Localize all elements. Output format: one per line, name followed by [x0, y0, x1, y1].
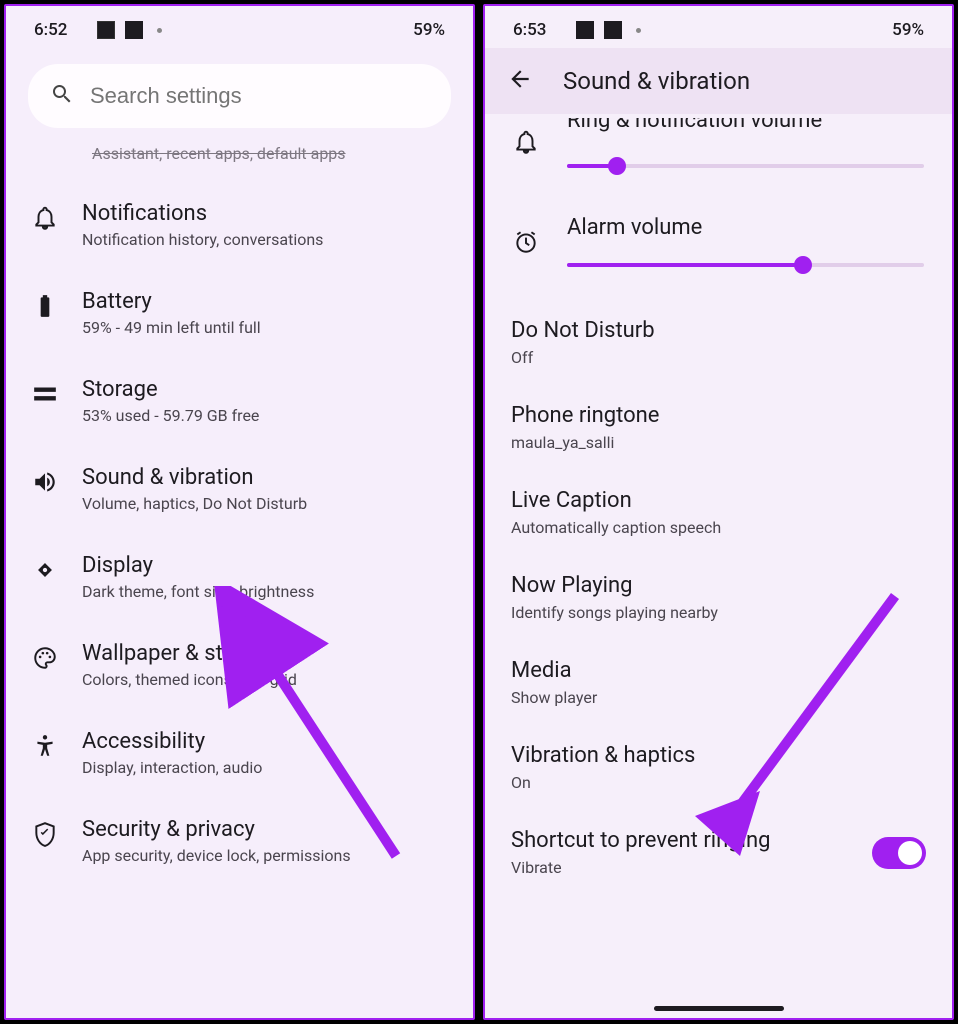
setting-shortcut-ringing[interactable]: Shortcut to prevent ringing Vibrate [507, 810, 930, 895]
gesture-handle[interactable] [654, 1006, 784, 1011]
status-time: 6:52 [34, 20, 67, 40]
app-badge-icon [576, 21, 594, 39]
item-title: Security & privacy [82, 817, 447, 842]
row-title: Do Not Disturb [511, 318, 926, 343]
row-title: Shortcut to prevent ringing [511, 828, 770, 853]
settings-item-notifications[interactable]: Notifications Notification history, conv… [6, 181, 473, 269]
volume-alarm-row: Alarm volume [507, 201, 930, 300]
battery-full-icon [32, 293, 58, 319]
setting-ringtone[interactable]: Phone ringtone maula_ya_salli [507, 385, 930, 470]
item-sub: Dark theme, font size, brightness [82, 582, 447, 601]
item-title: Display [82, 553, 447, 578]
alarm-volume-slider[interactable] [567, 258, 924, 272]
item-sub: App security, device lock, permissions [82, 846, 447, 865]
settings-item-sound[interactable]: Sound & vibration Volume, haptics, Do No… [6, 445, 473, 533]
search-input[interactable] [90, 83, 429, 109]
settings-item-accessibility[interactable]: Accessibility Display, interaction, audi… [6, 709, 473, 797]
volume-icon [32, 469, 58, 495]
row-title: Vibration & haptics [511, 743, 926, 768]
row-sub: Off [511, 348, 926, 367]
row-sub: Show player [511, 688, 926, 707]
item-title: Accessibility [82, 729, 447, 754]
item-sub: Notification history, conversations [82, 230, 447, 249]
header-bar: Sound & vibration [485, 48, 952, 114]
settings-item-battery[interactable]: Battery 59% - 49 min left until full [6, 269, 473, 357]
shield-icon [32, 821, 58, 847]
settings-item-storage[interactable]: Storage 53% used - 59.79 GB free [6, 357, 473, 445]
row-title: Live Caption [511, 488, 926, 513]
settings-list[interactable]: Assistant, recent apps, default apps Not… [6, 144, 473, 1018]
bell-outline-icon [513, 129, 539, 159]
status-bar: 6:53 59% [485, 6, 952, 48]
shortcut-toggle[interactable] [872, 837, 926, 869]
accessibility-icon [32, 733, 58, 759]
palette-icon [32, 645, 58, 671]
item-title: Notifications [82, 201, 447, 226]
brightness-icon [32, 557, 58, 583]
square-icon [125, 21, 143, 39]
item-sub: 59% - 49 min left until full [82, 318, 447, 337]
item-title: Sound & vibration [82, 465, 447, 490]
setting-dnd[interactable]: Do Not Disturb Off [507, 300, 930, 385]
search-bar[interactable] [28, 64, 451, 128]
row-sub: On [511, 773, 926, 792]
row-title: Now Playing [511, 573, 926, 598]
storage-icon [32, 381, 58, 407]
settings-item-security[interactable]: Security & privacy App security, device … [6, 797, 473, 885]
item-sub: Volume, haptics, Do Not Disturb [82, 494, 447, 513]
item-title: Wallpaper & style [82, 641, 447, 666]
sound-settings-list[interactable]: Ring & notification volume Alarm volume [485, 114, 952, 1018]
item-title: Storage [82, 377, 447, 402]
truncated-item-sub: Assistant, recent apps, default apps [6, 144, 473, 181]
ring-volume-slider[interactable] [567, 159, 924, 173]
bell-icon [32, 205, 58, 231]
setting-live-caption[interactable]: Live Caption Automatically caption speec… [507, 470, 930, 555]
settings-item-wallpaper[interactable]: Wallpaper & style Colors, themed icons, … [6, 621, 473, 709]
row-sub: Automatically caption speech [511, 518, 926, 537]
setting-media[interactable]: Media Show player [507, 640, 930, 725]
setting-vibration-haptics[interactable]: Vibration & haptics On [507, 725, 930, 810]
row-sub: Vibrate [511, 858, 770, 877]
battery-pct: 59% [413, 20, 445, 40]
app-badge-icon [97, 21, 115, 39]
item-sub: Display, interaction, audio [82, 758, 447, 777]
row-sub: Identify songs playing nearby [511, 603, 926, 622]
more-dot-icon [636, 28, 641, 33]
volume-label: Alarm volume [567, 215, 924, 240]
row-title: Phone ringtone [511, 403, 926, 428]
page-title: Sound & vibration [563, 67, 750, 95]
back-button[interactable] [507, 66, 533, 96]
volume-ring-row: Ring & notification volume [507, 114, 930, 201]
status-bar: 6:52 59% [6, 6, 473, 48]
square-icon [604, 21, 622, 39]
status-time: 6:53 [513, 20, 546, 40]
more-dot-icon [157, 28, 162, 33]
item-title: Battery [82, 289, 447, 314]
search-icon [50, 82, 74, 110]
setting-now-playing[interactable]: Now Playing Identify songs playing nearb… [507, 555, 930, 640]
row-title: Media [511, 658, 926, 683]
settings-item-display[interactable]: Display Dark theme, font size, brightnes… [6, 533, 473, 621]
volume-label: Ring & notification volume [567, 114, 924, 133]
alarm-icon [513, 229, 539, 259]
item-sub: Colors, themed icons, app grid [82, 670, 447, 689]
row-sub: maula_ya_salli [511, 433, 926, 452]
battery-pct: 59% [892, 20, 924, 40]
item-sub: 53% used - 59.79 GB free [82, 406, 447, 425]
